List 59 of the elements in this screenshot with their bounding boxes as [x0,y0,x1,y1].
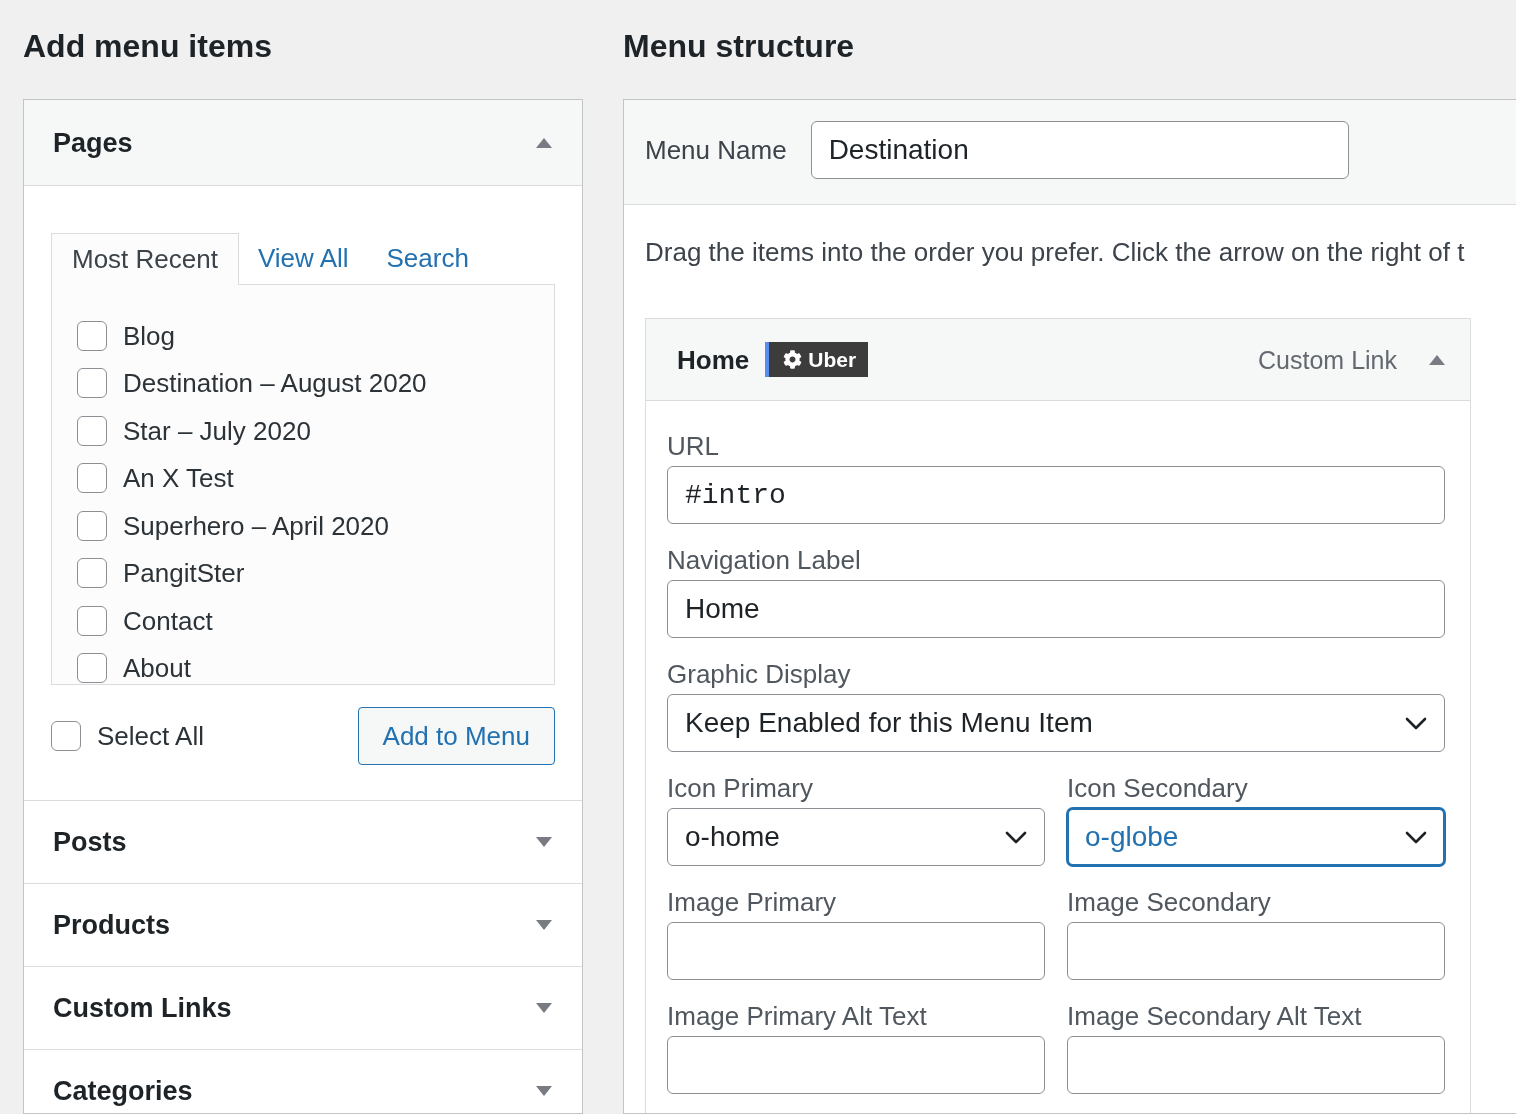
dropdown-field[interactable]: Keep Enabled for this Menu Item [667,694,1445,752]
accordion-header[interactable]: Pages [24,100,582,186]
accordion-title: Products [53,909,171,941]
field-label: Icon Secondary [1067,773,1248,803]
field-label: Icon Primary [667,773,813,803]
text-field[interactable]: Home [667,580,1445,638]
checkbox[interactable] [77,653,107,684]
url-field[interactable]: #intro [667,466,1445,524]
dropdown-field[interactable]: o-home [667,808,1045,866]
page-label[interactable]: Destination – August 2020 [123,368,427,399]
field-label: Image Secondary Alt Text [1067,1001,1362,1031]
tab[interactable]: View All [238,233,368,284]
select-all-label[interactable]: Select All [97,721,204,751]
tab[interactable]: Search [367,233,488,284]
gear-icon [783,350,803,369]
chevron-down-icon [1405,830,1427,844]
input-field[interactable] [1067,1036,1445,1094]
badge-label: Uber [808,347,857,372]
menu-item-header[interactable]: Home Uber Custom Link [646,319,1470,401]
section-heading: Menu structure [623,27,855,66]
checkbox[interactable] [77,320,107,351]
field-label: URL [667,431,719,461]
accordion-title: Pages [53,126,133,159]
page-label[interactable]: An X Test [123,463,234,494]
section-heading: Add menu items [23,27,272,66]
checkbox[interactable] [77,605,107,636]
menu-name-field[interactable]: Destination [810,121,1349,179]
field-label: Menu Name [645,135,787,165]
accordion-title: Custom Links [53,992,232,1024]
field-label: Image Primary [667,887,837,917]
page-label[interactable]: Contact [123,605,213,636]
page-label[interactable]: PangitSter [123,558,245,589]
chevron-down-icon [1405,716,1427,730]
menu-item-title: Home [677,344,750,375]
checkbox[interactable] [77,463,107,494]
page-label[interactable]: Star – July 2020 [123,415,311,446]
checkbox[interactable] [51,721,81,751]
page-label[interactable]: Blog [123,320,176,351]
accordion-title: Posts [53,826,127,858]
dropdown-field[interactable]: o-globe [1067,808,1445,866]
add-to-menu-button[interactable]: Add to Menu [357,707,555,765]
page-label[interactable]: Superhero – April 2020 [123,510,389,541]
checkbox[interactable] [77,368,107,399]
accordion-title: Categories [53,1075,193,1107]
input-field[interactable] [667,922,1045,980]
checkbox[interactable] [77,415,107,446]
item-type-label: Custom Link [1258,344,1397,375]
field-label: Image Secondary [1067,887,1271,917]
field-label: Graphic Display [667,659,851,689]
input-field[interactable] [667,1036,1045,1094]
page-label[interactable]: About [123,653,191,684]
input-field[interactable] [1067,922,1445,980]
chevron-down-icon [1005,830,1027,844]
instructions-text: Drag the items into the order you prefer. Click the arrow on the right of t [645,237,1465,267]
tab[interactable]: Most Recent [51,233,239,285]
field-label: Navigation Label [667,545,861,575]
checkbox[interactable] [77,558,107,589]
field-label: Image Primary Alt Text [667,1001,927,1031]
checkbox[interactable] [77,510,107,541]
